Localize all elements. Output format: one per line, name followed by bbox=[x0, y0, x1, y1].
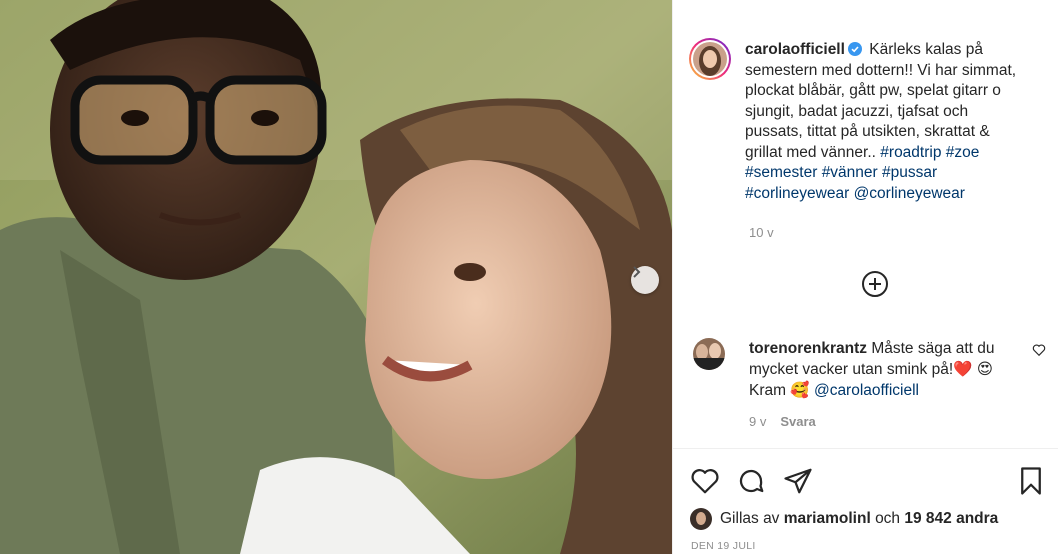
hashtag[interactable]: #zoe bbox=[946, 144, 980, 161]
share-icon[interactable] bbox=[783, 466, 813, 496]
comment-meta: 9 v Svara bbox=[749, 414, 816, 429]
comment-time-ago[interactable]: 9 v bbox=[749, 414, 766, 429]
author-avatar[interactable] bbox=[689, 38, 731, 80]
photo-illustration bbox=[0, 0, 672, 554]
action-bar bbox=[690, 466, 1050, 496]
caption-text: carolaofficiell Kärleks kalas på semeste… bbox=[745, 40, 1029, 204]
liker-avatar[interactable] bbox=[690, 508, 712, 530]
chevron-right-icon bbox=[633, 266, 641, 278]
mention-link[interactable]: @corlineyewear bbox=[854, 185, 965, 202]
post-photo[interactable] bbox=[0, 0, 672, 554]
author-username[interactable]: carolaofficiell bbox=[745, 41, 845, 58]
plus-circle-icon[interactable] bbox=[861, 270, 889, 298]
hashtag[interactable]: #roadtrip bbox=[880, 144, 941, 161]
liker-username[interactable]: mariamolinl bbox=[784, 510, 871, 528]
likes-prefix: Gillas av bbox=[720, 510, 780, 527]
reply-button[interactable]: Svara bbox=[780, 414, 815, 429]
commenter-username[interactable]: torenorenkrantz bbox=[749, 340, 867, 357]
hashtag[interactable]: #semester bbox=[745, 164, 817, 181]
comment-icon[interactable] bbox=[736, 466, 766, 496]
hashtag[interactable]: #vänner bbox=[822, 164, 878, 181]
hashtag[interactable]: #corlineyewear bbox=[745, 185, 849, 202]
comment-text: torenorenkrantz Måste säga att du mycket… bbox=[749, 338, 1025, 401]
instagram-post: carolaofficiell Kärleks kalas på semeste… bbox=[0, 0, 1058, 554]
verified-badge-icon bbox=[847, 42, 862, 56]
comment-mention-link[interactable]: @carolaofficiell bbox=[814, 382, 919, 399]
post-caption: carolaofficiell Kärleks kalas på semeste… bbox=[689, 38, 1029, 204]
heart-icon[interactable] bbox=[690, 466, 720, 496]
bookmark-icon[interactable] bbox=[1016, 466, 1046, 496]
commenter-avatar[interactable] bbox=[693, 338, 725, 370]
post-date[interactable]: DEN 19 JULI bbox=[691, 540, 756, 552]
carousel-next-button[interactable] bbox=[631, 266, 659, 294]
likes-connector: och bbox=[875, 510, 901, 527]
divider bbox=[673, 448, 1058, 449]
hashtag[interactable]: #pussar bbox=[882, 164, 937, 181]
comment-like-heart-icon[interactable] bbox=[1032, 343, 1046, 357]
post-time-ago[interactable]: 10 v bbox=[749, 225, 774, 240]
likes-count[interactable]: 19 842 andra bbox=[904, 510, 998, 528]
comment-item: torenorenkrantz Måste säga att du mycket… bbox=[693, 338, 1033, 401]
likes-summary: Gillas av mariamolinl och 19 842 andra bbox=[690, 508, 998, 530]
